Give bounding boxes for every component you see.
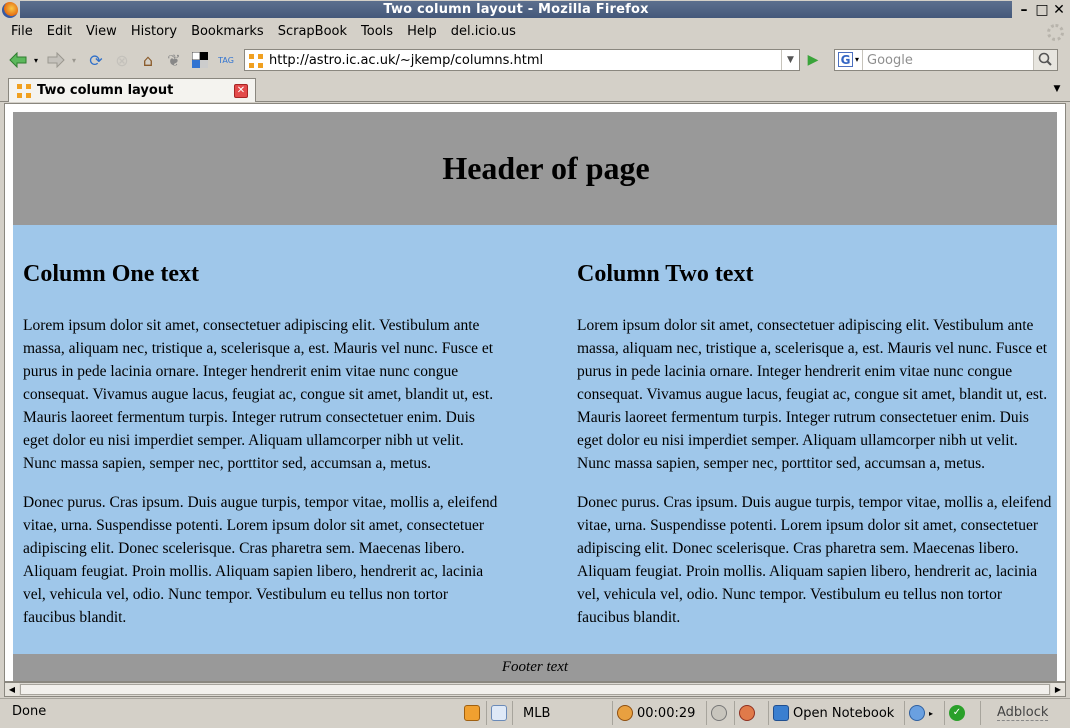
back-history-icon[interactable]: ▾ bbox=[30, 50, 42, 70]
menu-bar: File Edit View History Bookmarks ScrapBo… bbox=[0, 20, 1070, 44]
url-bar[interactable]: ▼ bbox=[244, 49, 800, 71]
monkey-icon bbox=[739, 705, 755, 721]
menu-edit[interactable]: Edit bbox=[40, 20, 79, 44]
status-panel-check[interactable]: ✓ bbox=[944, 701, 980, 725]
firefox-window: Two column layout - Mozilla Firefox – □ … bbox=[0, 0, 1070, 728]
column-one-paragraph-2: Donec purus. Cras ipsum. Duis augue turp… bbox=[23, 494, 498, 626]
go-icon[interactable]: ▶ bbox=[803, 51, 823, 71]
delicious-icon[interactable] bbox=[190, 50, 210, 70]
stop-icon[interactable]: ⊗ bbox=[112, 50, 132, 70]
status-bar: Done MLB 00:00:29 Open Notebook ▸ ✓ Adbl… bbox=[0, 698, 1070, 728]
url-history-dropdown-icon[interactable]: ▼ bbox=[781, 50, 799, 70]
forward-history-icon[interactable]: ▾ bbox=[68, 50, 80, 70]
status-panel-share[interactable]: ▸ bbox=[904, 701, 944, 725]
adblock-label: Adblock bbox=[997, 705, 1049, 721]
chevron-down-icon: ▾ bbox=[855, 55, 860, 64]
horizontal-scrollbar[interactable]: ◀ ▶ bbox=[4, 682, 1066, 697]
home-icon[interactable]: ⌂ bbox=[138, 50, 158, 70]
google-icon: G bbox=[838, 52, 853, 67]
gauge-icon bbox=[711, 705, 727, 721]
column-one-paragraph-1: Lorem ipsum dolor sit amet, consectetuer… bbox=[23, 317, 494, 472]
title-bar: Two column layout - Mozilla Firefox – □ … bbox=[0, 0, 1070, 20]
search-bar: G ▾ bbox=[834, 49, 1058, 71]
menu-history[interactable]: History bbox=[124, 20, 184, 44]
status-panel-monkey[interactable] bbox=[734, 701, 768, 725]
column-two-paragraph-1: Lorem ipsum dolor sit amet, consectetuer… bbox=[577, 317, 1048, 472]
tab-favicon-icon bbox=[17, 84, 31, 98]
maximize-icon[interactable]: □ bbox=[1034, 2, 1050, 18]
menu-scrapbook[interactable]: ScrapBook bbox=[271, 20, 354, 44]
adblock-button[interactable]: Adblock bbox=[980, 701, 1070, 725]
search-engine-selector[interactable]: G ▾ bbox=[835, 50, 863, 70]
firefox-icon[interactable] bbox=[2, 2, 18, 18]
page-right-margin bbox=[1057, 225, 1065, 654]
column-two-heading: Column Two text bbox=[577, 261, 754, 287]
search-button[interactable] bbox=[1033, 50, 1057, 70]
page-title: Header of page bbox=[442, 150, 650, 186]
tab-two-column-layout[interactable]: Two column layout ✕ bbox=[8, 78, 256, 102]
url-input[interactable] bbox=[269, 50, 779, 70]
tab-label: Two column layout bbox=[37, 83, 174, 98]
clock-icon bbox=[617, 705, 633, 721]
share-icon bbox=[909, 705, 925, 721]
menu-view[interactable]: View bbox=[79, 20, 124, 44]
menu-help[interactable]: Help bbox=[400, 20, 444, 44]
scroll-left-icon[interactable]: ◀ bbox=[5, 683, 19, 696]
column-two-paragraph-2: Donec purus. Cras ipsum. Duis augue turp… bbox=[577, 494, 1052, 626]
search-input[interactable] bbox=[867, 50, 1027, 70]
scroll-right-icon[interactable]: ▶ bbox=[1051, 683, 1065, 696]
page-icon bbox=[491, 705, 507, 721]
page-favicon-icon bbox=[249, 54, 263, 68]
timer-value: 00:00:29 bbox=[637, 705, 696, 721]
page-header: Header of page bbox=[13, 112, 1057, 225]
status-panel-timer[interactable]: 00:00:29 bbox=[612, 701, 706, 725]
open-notebook-label: Open Notebook bbox=[793, 705, 895, 721]
window-title: Two column layout - Mozilla Firefox bbox=[20, 1, 1012, 18]
forward-icon[interactable] bbox=[46, 50, 66, 70]
page-footer: Footer text bbox=[13, 654, 1057, 681]
close-icon[interactable]: ✕ bbox=[1051, 2, 1067, 18]
menu-delicious[interactable]: del.icio.us bbox=[444, 20, 523, 44]
search-icon bbox=[1038, 52, 1052, 66]
tab-list-dropdown-icon[interactable]: ▼ bbox=[1048, 80, 1066, 98]
chevron-right-icon: ▸ bbox=[929, 708, 934, 718]
column-one-heading: Column One text bbox=[23, 261, 199, 287]
back-icon[interactable] bbox=[8, 50, 28, 70]
check-icon: ✓ bbox=[949, 705, 965, 721]
tab-close-icon[interactable]: ✕ bbox=[234, 84, 248, 98]
notes-icon bbox=[464, 705, 480, 721]
throbber-icon bbox=[1047, 24, 1064, 41]
status-panel-gauge[interactable] bbox=[706, 701, 734, 725]
scrollbar-thumb[interactable] bbox=[20, 684, 1050, 695]
menu-file[interactable]: File bbox=[4, 20, 40, 44]
notebook-icon bbox=[773, 705, 789, 721]
menu-tools[interactable]: Tools bbox=[354, 20, 400, 44]
mlb-label: MLB bbox=[523, 705, 551, 721]
status-panel-notes[interactable] bbox=[460, 701, 486, 725]
reload-icon[interactable]: ⟳ bbox=[86, 50, 106, 70]
tab-bar: Two column layout ✕ ▼ bbox=[0, 76, 1070, 102]
status-panel-page[interactable] bbox=[486, 701, 512, 725]
content-viewport: Header of page Column One text Lorem ips… bbox=[4, 103, 1066, 682]
tag-icon[interactable]: TAG bbox=[216, 50, 236, 70]
scrapbook-icon[interactable]: ❦ bbox=[164, 50, 184, 70]
minimize-icon[interactable]: – bbox=[1016, 2, 1032, 18]
columns-container: Column One text Lorem ipsum dolor sit am… bbox=[13, 225, 1057, 654]
status-text: Done bbox=[12, 704, 47, 719]
navigation-toolbar: ▾ ▾ ⟳ ⊗ ⌂ ❦ TAG ▼ ▶ G ▾ bbox=[0, 44, 1070, 76]
menu-bookmarks[interactable]: Bookmarks bbox=[184, 20, 271, 44]
open-notebook-button[interactable]: Open Notebook bbox=[768, 701, 904, 725]
status-panel-mlb[interactable]: MLB bbox=[512, 701, 612, 725]
